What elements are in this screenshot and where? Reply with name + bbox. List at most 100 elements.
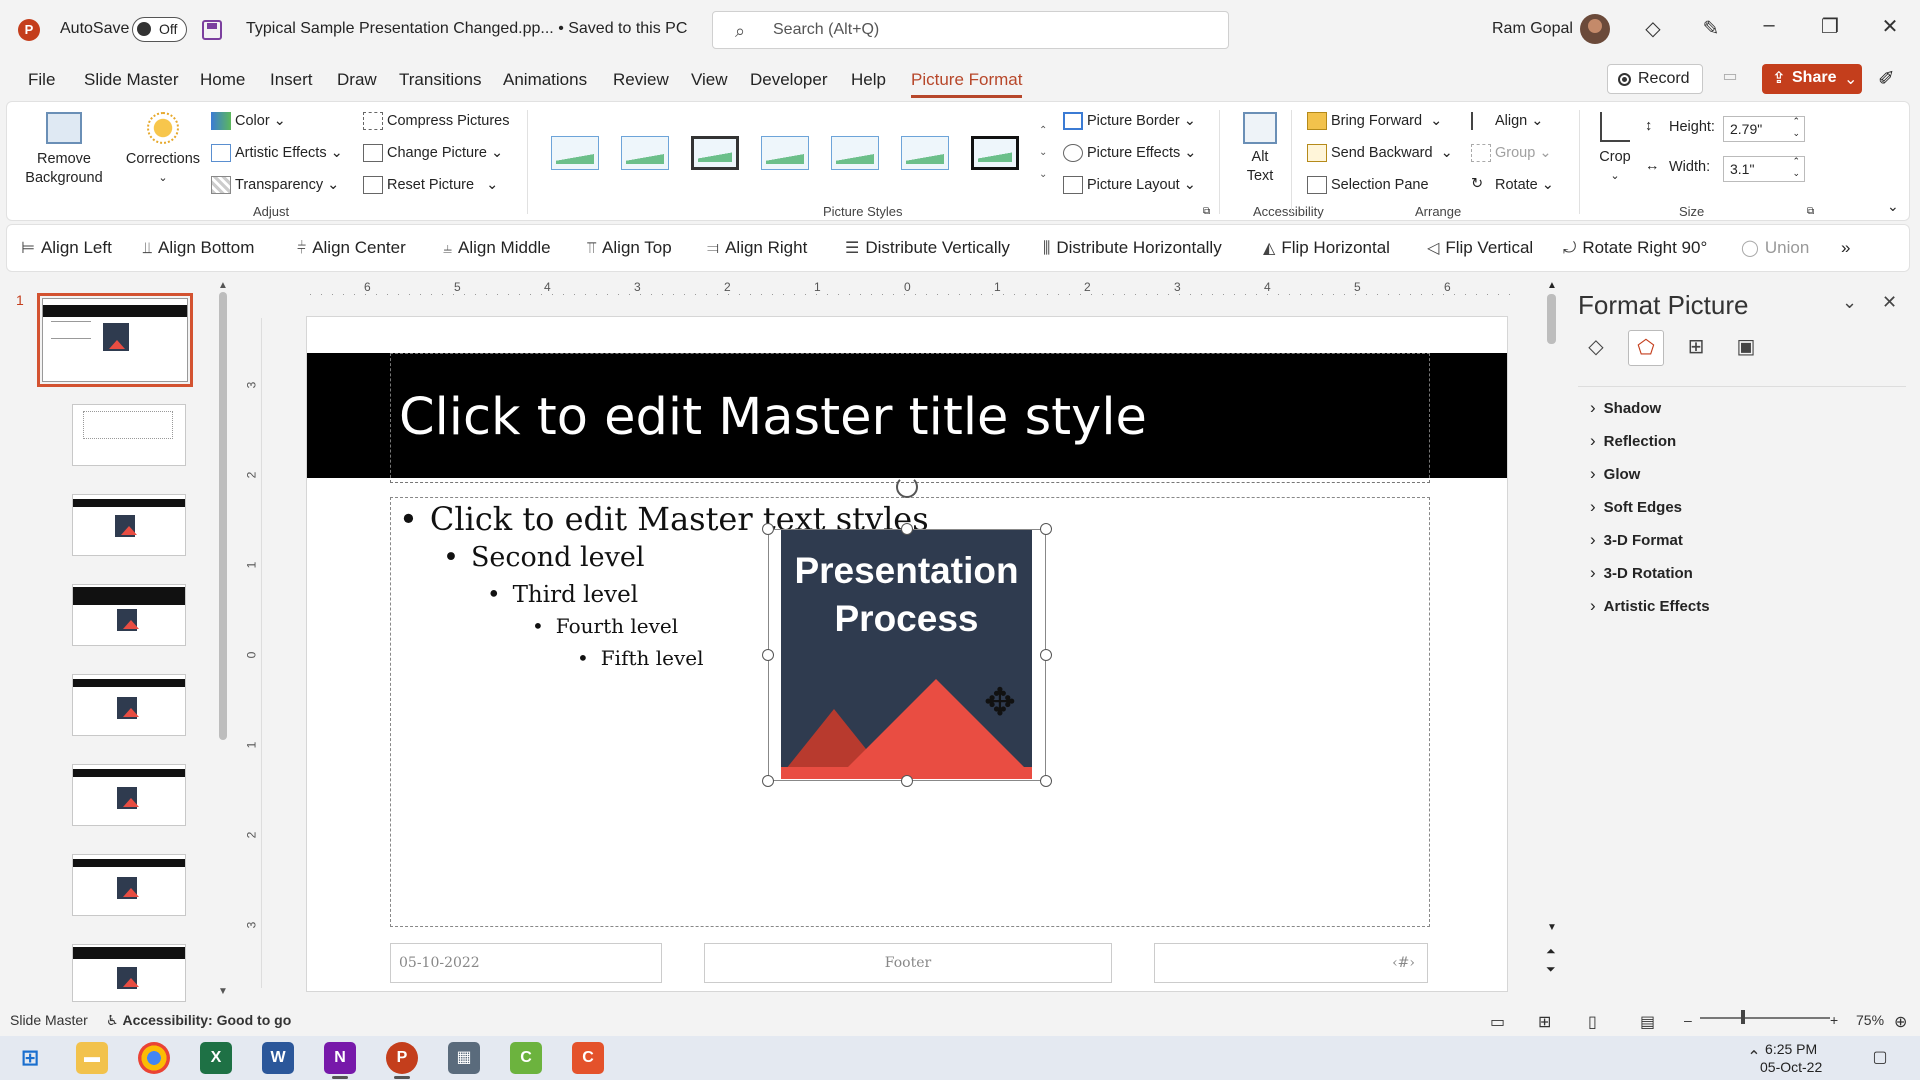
previous-slide-icon[interactable]: ⏶ [1546, 944, 1556, 959]
collapse-ribbon-icon[interactable]: ⌄ [1887, 198, 1899, 215]
camtasia-red-icon[interactable]: C [572, 1042, 604, 1074]
artistic-effects-button[interactable]: Artistic Effects ⌄ [211, 144, 343, 162]
taskbar-clock[interactable]: 6:25 PM 05-Oct-22 [1760, 1040, 1822, 1076]
alt-text-button[interactable]: Alt Text [1231, 112, 1289, 186]
slideshow-icon[interactable]: ▤ [1640, 1012, 1655, 1032]
calculator-icon[interactable]: ▦ [448, 1042, 480, 1074]
scrollbar-thumb[interactable] [219, 292, 227, 740]
width-input[interactable]: 3.1" [1723, 155, 1805, 182]
layout-thumbnail-7[interactable] [72, 944, 186, 1002]
share-button[interactable]: ⇪ Share ⌄ [1762, 64, 1862, 94]
reading-view-icon[interactable]: ▯ [1588, 1012, 1597, 1032]
rotate-handle-icon[interactable] [896, 476, 918, 498]
layout-thumbnail-1[interactable] [72, 404, 186, 466]
dialog-launcher-icon[interactable]: ⧉ [1203, 206, 1210, 217]
align-right-button[interactable]: ⫤ Align Right [707, 238, 807, 258]
align-bottom-button[interactable]: ⫫ Align Bottom [143, 238, 254, 258]
layout-thumbnail-6[interactable] [72, 854, 186, 916]
footer-center[interactable]: Footer [704, 943, 1112, 983]
zoom-out-icon[interactable]: – [1684, 1012, 1692, 1028]
change-picture-button[interactable]: Change Picture ⌄ [363, 144, 503, 162]
resize-handle-bottom-left[interactable] [762, 775, 774, 787]
file-explorer-icon[interactable]: ▬ [76, 1042, 108, 1074]
comment-icon[interactable]: ▭ [1715, 66, 1745, 92]
restore-icon[interactable]: ❐ [1815, 14, 1845, 44]
tab-animations[interactable]: Animations [503, 70, 587, 90]
word-icon[interactable]: W [262, 1042, 294, 1074]
footer-date[interactable]: 05-10-2022 [390, 943, 662, 983]
scrollbar-thumb[interactable] [1547, 294, 1556, 344]
search-input[interactable]: ⌕ Search (Alt+Q) [712, 11, 1229, 49]
tab-insert[interactable]: Insert [270, 70, 313, 90]
tab-home[interactable]: Home [200, 70, 245, 90]
record-button[interactable]: Record [1607, 64, 1703, 94]
section-glow[interactable]: Glow [1590, 464, 1641, 484]
gallery-scroll-controls[interactable]: ⌃ ⌄ ⌄ [1039, 120, 1047, 186]
chrome-icon[interactable] [138, 1042, 170, 1074]
tab-file[interactable]: File [28, 70, 55, 90]
tab-help[interactable]: Help [851, 70, 886, 90]
section-artistic-effects[interactable]: Artistic Effects [1590, 596, 1710, 616]
distribute-vertically-button[interactable]: ☰ Distribute Vertically [845, 238, 1010, 258]
picture-layout-button[interactable]: Picture Layout ⌄ [1063, 176, 1196, 194]
chevron-down-icon[interactable]: ⌄ [1844, 69, 1857, 89]
zoom-in-icon[interactable]: + [1830, 1012, 1838, 1028]
fit-slide-icon[interactable]: ⊕ [1894, 1012, 1907, 1032]
zoom-slider-knob[interactable] [1741, 1010, 1745, 1024]
resize-handle-top[interactable] [901, 523, 913, 535]
color-button[interactable]: Color ⌄ [211, 112, 286, 130]
tab-developer[interactable]: Developer [750, 70, 828, 90]
align-top-button[interactable]: ⫪ Align Top [587, 238, 672, 258]
pen-icon[interactable]: ✎ [1698, 16, 1724, 42]
resize-handle-top-right[interactable] [1040, 523, 1052, 535]
scroll-up-icon[interactable]: ▲ [1547, 280, 1557, 291]
resize-handle-bottom-right[interactable] [1040, 775, 1052, 787]
height-input[interactable]: 2.79" [1723, 115, 1805, 142]
footer-page-number[interactable]: ‹#› [1154, 943, 1428, 983]
picture-icon[interactable]: ▣ [1728, 330, 1764, 366]
section-shadow[interactable]: Shadow [1590, 398, 1662, 418]
rotate-button[interactable]: ↻ Rotate ⌄ [1471, 176, 1554, 194]
save-icon[interactable] [202, 20, 222, 40]
picture-style-5[interactable] [827, 130, 883, 174]
section-soft-edges[interactable]: Soft Edges [1590, 497, 1682, 517]
distribute-horizontally-button[interactable]: ⫼ Distribute Horizontally [1043, 238, 1222, 258]
rotate-right-button[interactable]: ⤾ Rotate Right 90° [1563, 238, 1707, 258]
picture-style-3[interactable] [687, 130, 743, 174]
corrections-button[interactable]: Corrections ⌄ [123, 112, 203, 188]
compress-pictures-button[interactable]: Compress Pictures [363, 112, 509, 130]
scroll-down-icon[interactable]: ▼ [1547, 922, 1557, 933]
picture-style-6[interactable] [897, 130, 953, 174]
normal-view-icon[interactable]: ▭ [1490, 1012, 1505, 1032]
remove-background-button[interactable]: Remove Background [21, 112, 107, 188]
selection-pane-button[interactable]: Selection Pane [1307, 176, 1429, 194]
union-button[interactable]: ◯ Union [1741, 238, 1809, 258]
pane-options-chevron-icon[interactable]: ⌄ [1842, 292, 1857, 313]
tab-review[interactable]: Review [613, 70, 669, 90]
canvas-scrollbar[interactable]: ▲ ▼ ⏶ ⏷ [1546, 280, 1558, 980]
crop-button[interactable]: Crop ⌄ [1591, 112, 1639, 186]
align-left-button[interactable]: ⊨ Align Left [21, 238, 112, 258]
windows-start-icon[interactable]: ⊞ [14, 1042, 46, 1074]
layout-thumbnail-2[interactable] [72, 494, 186, 556]
powerpoint-taskbar-icon[interactable]: P [386, 1042, 418, 1079]
close-pane-icon[interactable]: ✕ [1882, 292, 1897, 313]
resize-handle-left[interactable] [762, 649, 774, 661]
send-backward-button[interactable]: Send Backward ⌄ [1307, 144, 1453, 162]
section-3d-rotation[interactable]: 3-D Rotation [1590, 563, 1693, 583]
scroll-down-icon[interactable]: ▼ [218, 986, 228, 997]
fill-line-icon[interactable]: ◇ [1578, 330, 1614, 366]
excel-icon[interactable]: X [200, 1042, 232, 1074]
notifications-icon[interactable]: ▢ [1864, 1042, 1896, 1074]
flip-horizontal-button[interactable]: ◭ Flip Horizontal [1263, 238, 1390, 258]
zoom-level[interactable]: 75% [1856, 1012, 1884, 1028]
title-placeholder[interactable]: Click to edit Master title style [390, 353, 1430, 483]
flip-vertical-button[interactable]: ◁ Flip Vertical [1427, 238, 1533, 258]
user-name[interactable]: Ram Gopal [1492, 20, 1573, 38]
layout-thumbnail-4[interactable] [72, 674, 186, 736]
avatar[interactable] [1580, 14, 1610, 44]
onenote-icon[interactable]: N [324, 1042, 356, 1079]
picture-style-2[interactable] [617, 130, 673, 174]
group-button[interactable]: Group ⌄ [1471, 144, 1552, 162]
diamond-icon[interactable]: ◇ [1640, 16, 1666, 42]
